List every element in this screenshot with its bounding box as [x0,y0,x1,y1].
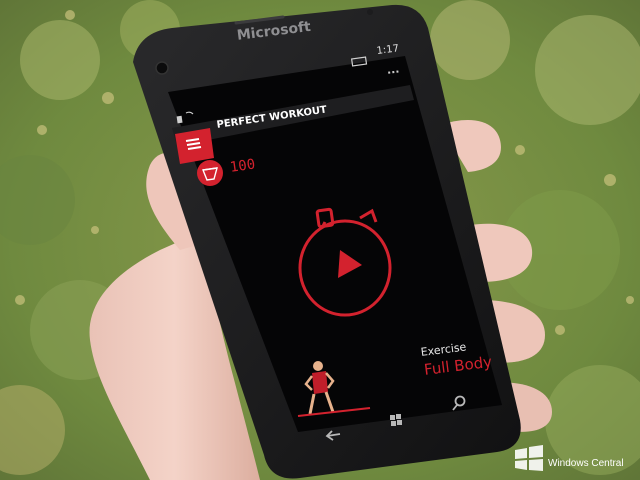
app-bar-more[interactable]: ... [386,62,400,76]
diamond-icon [197,160,223,186]
watermark-text: Windows Central [548,458,624,469]
photo-background [0,0,640,480]
photo-scene: Microsoft 1:17 ... PERFECT WORKOUT 100 E… [0,0,640,480]
